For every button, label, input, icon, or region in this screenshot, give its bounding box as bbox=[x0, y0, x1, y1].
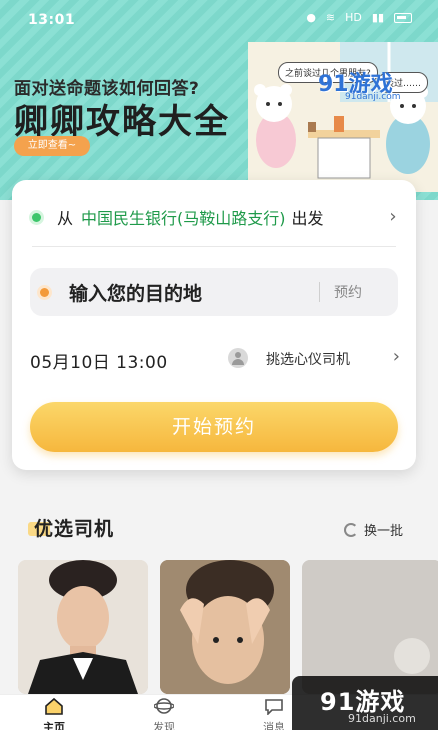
destination-placeholder: 输入您的目的地 bbox=[69, 282, 203, 305]
pick-driver-link[interactable]: 挑选心仪司机 bbox=[266, 349, 350, 369]
pickup-prefix: 从 bbox=[57, 209, 74, 228]
signal-icon: ▮▮ bbox=[371, 11, 384, 24]
refresh-button[interactable]: 换一批 bbox=[344, 520, 403, 539]
driver-photo bbox=[18, 560, 148, 694]
tab-label: 发现 bbox=[153, 721, 175, 730]
banner-illustration: 之前谈过几个男朋友? 谈过…… bbox=[248, 42, 438, 192]
divider bbox=[32, 246, 396, 247]
message-icon bbox=[265, 699, 283, 715]
driver-photo bbox=[160, 560, 290, 694]
section-title: 优选司机 bbox=[27, 514, 114, 541]
booking-card: 从 中国民生银行(马鞍山路支行) 出发 › 输入您的目的地 预约 05月10日 … bbox=[12, 180, 416, 470]
battery-icon bbox=[394, 12, 412, 23]
network-label: HD bbox=[345, 11, 362, 24]
pickup-row[interactable]: 从 中国民生银行(马鞍山路支行) 出发 › bbox=[32, 204, 402, 230]
banner-view-button[interactable]: 立即查看~ bbox=[14, 136, 90, 156]
driver-photo bbox=[302, 560, 438, 694]
driver-cards bbox=[18, 560, 438, 694]
status-bar: 13:01 ● ≋ HD ▮▮ bbox=[0, 0, 438, 40]
tab-home[interactable]: 主页 bbox=[24, 697, 84, 730]
destination-dot-icon bbox=[40, 287, 49, 297]
planet-icon bbox=[154, 698, 174, 714]
wifi-icon: ≋ bbox=[325, 11, 336, 24]
datetime-selector[interactable]: 05月10日 13:00 bbox=[30, 348, 168, 373]
tab-label: 主页 bbox=[43, 721, 65, 730]
status-icons: ● ≋ HD ▮▮ bbox=[306, 11, 412, 24]
datetime-row: 05月10日 13:00 挑选心仪司机 › bbox=[30, 346, 400, 373]
chevron-right-icon: › bbox=[392, 346, 400, 367]
home-icon bbox=[45, 697, 63, 715]
watermark-url: 91danji.com bbox=[345, 92, 401, 102]
pickup-location: 中国民生银行(马鞍山路支行) bbox=[81, 209, 286, 228]
tab-discover[interactable]: 发现 bbox=[134, 697, 194, 730]
status-time: 13:01 bbox=[28, 12, 76, 28]
driver-card[interactable] bbox=[302, 560, 438, 694]
watermark-url: 91danji.com bbox=[348, 712, 416, 725]
driver-avatar-icon bbox=[228, 348, 248, 368]
destination-input[interactable]: 输入您的目的地 预约 bbox=[30, 268, 398, 316]
refresh-label: 换一批 bbox=[364, 524, 404, 539]
reserve-button[interactable]: 预约 bbox=[334, 282, 362, 302]
pickup-suffix: 出发 bbox=[291, 209, 324, 228]
pickup-dot-icon bbox=[32, 212, 41, 222]
refresh-icon bbox=[344, 522, 358, 537]
start-booking-button[interactable]: 开始预约 bbox=[30, 402, 398, 452]
chevron-right-icon: › bbox=[389, 206, 397, 227]
driver-card[interactable] bbox=[18, 560, 148, 694]
promo-banner[interactable]: 13:01 ● ≋ HD ▮▮ 面对送命题该如何回答? 卿卿攻略大全 立即查看~ bbox=[0, 0, 438, 200]
divider-vertical bbox=[319, 282, 320, 302]
location-icon: ● bbox=[306, 11, 316, 24]
driver-card[interactable] bbox=[160, 560, 290, 694]
corner-watermark: 91游戏 91danji.com bbox=[292, 676, 438, 730]
